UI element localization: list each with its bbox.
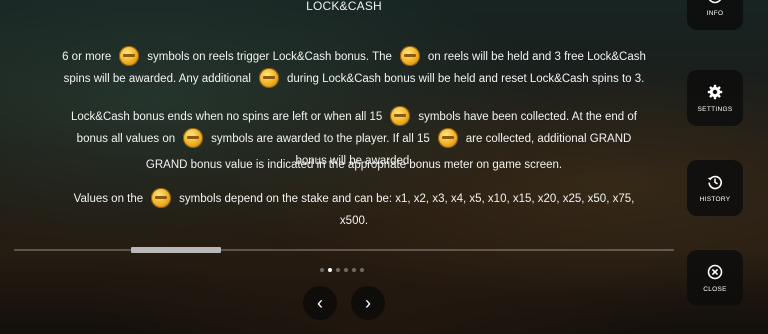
pagination-dot[interactable] — [352, 268, 356, 272]
chevron-right-icon: › — [365, 293, 371, 313]
history-label: HISTORY — [699, 195, 731, 203]
gold-coin-icon — [183, 127, 204, 148]
text-segment: 6 or more — [62, 51, 112, 63]
pagination-dot[interactable] — [320, 268, 324, 272]
text-segment: symbols on reels trigger Lock&Cash bonus… — [147, 51, 392, 63]
info-icon — [709, 0, 721, 3]
rules-paragraph-grand: GRAND bonus value is indicated in the ap… — [145, 159, 563, 171]
page-title: LOCK&CASH — [306, 0, 382, 13]
chevron-left-icon: ‹ — [317, 293, 323, 313]
gold-coin-icon — [151, 187, 172, 208]
pagination-dot[interactable] — [328, 268, 332, 272]
text-segment: Values on the — [73, 193, 144, 205]
pagination-dot[interactable] — [344, 268, 348, 272]
gold-coin-icon — [258, 67, 279, 88]
horizontal-scrollbar-thumb[interactable] — [131, 247, 221, 253]
pagination-dots — [320, 268, 364, 272]
text-segment: symbols depend on the stake and can be: … — [179, 193, 635, 227]
close-button[interactable]: CLOSE — [687, 250, 743, 306]
text-segment: symbols are awarded to the player. If al… — [211, 133, 430, 145]
close-icon — [707, 264, 723, 279]
text-segment: Lock&Cash bonus ends when no spins are l… — [71, 111, 383, 123]
info-button[interactable]: INFO — [687, 0, 743, 30]
settings-label: SETTINGS — [697, 105, 733, 113]
history-button[interactable]: HISTORY — [687, 160, 743, 216]
next-page-button[interactable]: › — [351, 286, 385, 320]
history-icon — [707, 175, 722, 189]
settings-button[interactable]: SETTINGS — [687, 70, 743, 126]
text-segment: during Lock&Cash bonus will be held and … — [286, 73, 645, 85]
gold-coin-icon — [437, 127, 458, 148]
gold-coin-icon — [390, 105, 411, 126]
pagination-dot[interactable] — [336, 268, 340, 272]
rules-paragraph-trigger: 6 or more symbols on reels trigger Lock&C… — [60, 45, 648, 90]
gold-coin-icon — [119, 45, 140, 66]
pagination-dot[interactable] — [360, 268, 364, 272]
gold-coin-icon — [399, 45, 420, 66]
previous-page-button[interactable]: ‹ — [303, 286, 337, 320]
horizontal-scrollbar-track[interactable] — [14, 249, 674, 251]
rules-paragraph-values: Values on the symbols depend on the stake… — [60, 187, 648, 232]
info-label: INFO — [706, 9, 724, 17]
close-label: CLOSE — [703, 285, 727, 293]
gear-icon — [707, 84, 723, 99]
